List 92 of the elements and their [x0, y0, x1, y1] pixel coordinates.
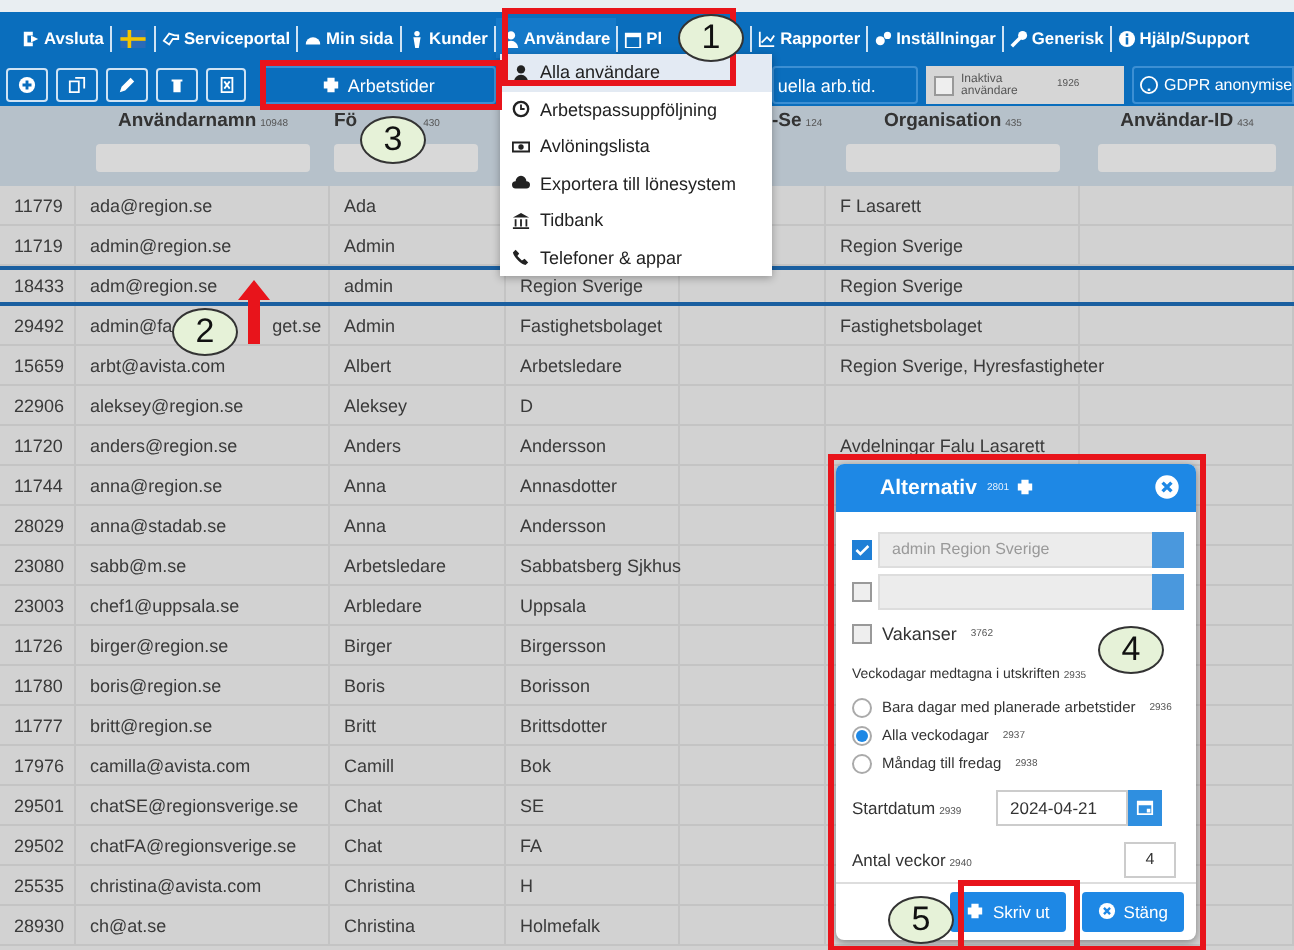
table-cell: Anna [344, 475, 387, 495]
table-cell: anna@stadab.se [90, 515, 227, 535]
table-cell: 11779 [14, 195, 63, 215]
table-cell: admin@fa [90, 315, 173, 335]
table-cell: birger@region.se [90, 635, 229, 655]
table-cell: Avdelningar Falu Lasarett [840, 435, 1045, 455]
table-cell: 17976 [14, 755, 65, 775]
table-cell: Holmefalk [520, 915, 601, 935]
column-header: Fö [334, 110, 358, 132]
table-cell: Andersson [520, 515, 607, 535]
table-cell: 29501 [14, 795, 65, 815]
table-cell: britt@region.se [90, 715, 213, 735]
table-cell: Birgersson [520, 635, 607, 655]
table-cell: Region Sverige, Hyresfastigheter [840, 355, 1105, 375]
table-cell: chef1@uppsala.se [90, 595, 240, 615]
column-header: Användarnamn [117, 110, 257, 132]
table-cell: 11777 [14, 715, 63, 735]
table-cell: Christina [344, 875, 416, 895]
table-cell: Brittsdotter [520, 715, 608, 735]
table-cell: Region Sverige [840, 235, 964, 255]
table-cell: 28029 [14, 515, 65, 535]
table-cell: Sabbatsberg Sjkhus [520, 555, 682, 575]
table-cell: anders@region.se [90, 435, 238, 455]
field-label: Startdatum [852, 797, 936, 818]
table-cell: Camill [344, 755, 395, 775]
table-cell: FA [520, 835, 543, 855]
table-cell: Fastighetsbolaget [520, 315, 663, 335]
table-cell: 29492 [14, 315, 65, 335]
table-cell: Birger [344, 635, 393, 655]
table-cell: H [520, 875, 533, 895]
table-cell: anna@region.se [90, 475, 223, 495]
table-cell: 11720 [14, 435, 63, 455]
table-cell: 23003 [14, 595, 65, 615]
table-cell: Arbetsledare [344, 555, 447, 575]
table-cell: Anders [344, 435, 402, 455]
table-cell: Albert [344, 355, 392, 375]
table-cell: sabb@m.se [90, 555, 187, 575]
step-number: 2 [172, 308, 238, 356]
table-cell: Chat [344, 795, 383, 815]
table-cell: ada@region.se [90, 195, 213, 215]
table-cell: Arbledare [344, 595, 423, 615]
table-cell: get.se [272, 315, 322, 335]
table-cell: Andersson [520, 435, 607, 455]
table-cell: Region Sverige [520, 276, 644, 296]
field-label: Antal veckor [852, 849, 946, 870]
table-cell: chatFA@regionsverige.se [90, 835, 297, 855]
table-cell: boris@region.se [90, 675, 222, 695]
table-cell: adm@region.se [90, 276, 218, 296]
table-cell: Aleksey [344, 395, 408, 415]
table-cell: F Lasarett [840, 195, 922, 215]
table-cell: 29502 [14, 835, 65, 855]
table-cell: 11744 [14, 475, 63, 495]
column-header: -Se [772, 110, 802, 132]
table-cell: Bok [520, 755, 552, 775]
select-field: admin Region Sverige [878, 531, 1184, 568]
table-cell: D [520, 395, 533, 415]
table-cell: Uppsala [520, 595, 587, 615]
table-cell: Admin [344, 315, 396, 335]
table-cell: Fastighetsbolaget [840, 315, 983, 335]
table-cell: 11726 [14, 635, 63, 655]
table-cell: christina@avista.com [90, 875, 262, 895]
table-cell: aleksey@region.se [90, 395, 244, 415]
table-cell: chatSE@regionsverige.se [90, 795, 299, 815]
table-cell: admin@region.se [90, 235, 232, 255]
table-cell: 22906 [14, 395, 65, 415]
checkbox-label: Vakanser [882, 623, 957, 644]
table-cell: Annasdotter [520, 475, 618, 495]
table-cell: arbt@avista.com [90, 355, 226, 375]
table-cell: Admin [344, 235, 396, 255]
table-cell: Anna [344, 515, 387, 535]
table-cell: Arbetsledare [520, 355, 623, 375]
dialog-title: Alternativ [880, 475, 977, 500]
table-cell: Chat [344, 835, 383, 855]
table-cell: Christina [344, 915, 416, 935]
table-cell: 25535 [14, 875, 65, 895]
table-cell: 15659 [14, 355, 65, 375]
column-header: Användar-ID [1120, 110, 1234, 132]
table-cell: 11719 [14, 235, 63, 255]
table-cell: admin [344, 276, 394, 296]
table-cell: Borisson [520, 675, 591, 695]
table-cell: 18433 [14, 276, 65, 296]
table-cell: camilla@avista.com [90, 755, 251, 775]
table-cell: Ada [344, 195, 377, 215]
table-cell: Region Sverige [840, 276, 964, 296]
table-cell: 28930 [14, 915, 65, 935]
column-header: Organisation [884, 110, 1002, 132]
table-cell: 23080 [14, 555, 65, 575]
table-cell: ch@at.se [90, 915, 167, 935]
table-cell: Britt [344, 715, 377, 735]
table-cell: 11780 [14, 675, 63, 695]
table-cell: Boris [344, 675, 386, 695]
table-cell: SE [520, 795, 545, 815]
